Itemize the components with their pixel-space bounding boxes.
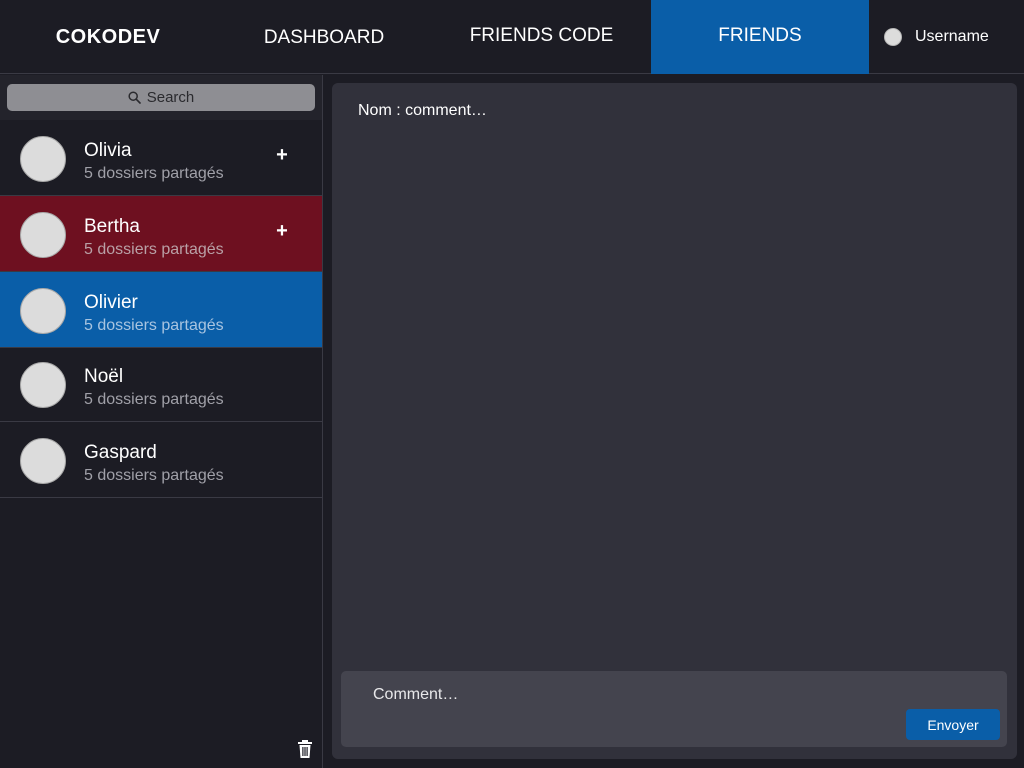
friend-name: Bertha bbox=[84, 216, 140, 237]
search-bar-container: Search bbox=[0, 75, 322, 120]
friend-avatar bbox=[20, 438, 66, 484]
friend-shared-count: 5 dossiers partagés bbox=[84, 467, 224, 484]
send-button[interactable]: Envoyer bbox=[906, 709, 1000, 740]
friend-item-bertha[interactable]: Bertha 5 dossiers partagés + bbox=[0, 196, 322, 272]
tab-friends-code[interactable]: FRIENDS CODE bbox=[432, 0, 651, 74]
app-window: COKODEV DASHBOARD FRIENDS CODE FRIENDS U… bbox=[0, 0, 1024, 768]
friend-name: Noël bbox=[84, 366, 124, 387]
friend-avatar bbox=[20, 212, 66, 258]
add-friend-button[interactable]: + bbox=[272, 220, 292, 242]
friend-avatar bbox=[20, 136, 66, 182]
user-avatar bbox=[884, 28, 902, 46]
top-navigation-bar: COKODEV DASHBOARD FRIENDS CODE FRIENDS U… bbox=[0, 0, 1024, 74]
tab-dashboard[interactable]: DASHBOARD bbox=[216, 0, 432, 74]
friend-shared-count: 5 dossiers partagés bbox=[84, 241, 224, 258]
user-menu[interactable]: Username bbox=[869, 0, 1024, 74]
search-label: Search bbox=[146, 89, 195, 106]
friend-item-gaspard[interactable]: Gaspard 5 dossiers partagés bbox=[0, 422, 322, 498]
friends-sidebar: Search Olivia 5 dossiers partagés + Bert… bbox=[0, 75, 323, 768]
friend-item-olivia[interactable]: Olivia 5 dossiers partagés + bbox=[0, 120, 322, 196]
friend-name: Olivia bbox=[84, 140, 132, 161]
search-input[interactable]: Search bbox=[7, 84, 315, 111]
friend-avatar bbox=[20, 288, 66, 334]
add-friend-button[interactable]: + bbox=[272, 144, 292, 166]
username-label: Username bbox=[915, 28, 989, 45]
friend-name: Olivier bbox=[84, 292, 138, 313]
search-icon bbox=[128, 91, 141, 104]
comment-input[interactable] bbox=[373, 684, 873, 706]
friend-shared-count: 5 dossiers partagés bbox=[84, 317, 224, 334]
comment-entry: Nom : comment… bbox=[358, 102, 487, 119]
friend-name: Gaspard bbox=[84, 442, 157, 463]
comment-composer: Envoyer bbox=[341, 671, 1007, 747]
friend-avatar bbox=[20, 362, 66, 408]
tab-friends[interactable]: FRIENDS bbox=[651, 0, 869, 74]
friend-shared-count: 5 dossiers partagés bbox=[84, 165, 224, 182]
friend-shared-count: 5 dossiers partagés bbox=[84, 391, 224, 408]
trash-icon[interactable] bbox=[296, 739, 314, 759]
friend-item-olivier[interactable]: Olivier 5 dossiers partagés bbox=[0, 272, 322, 348]
brand-logo: COKODEV bbox=[55, 25, 161, 48]
friend-item-noel[interactable]: Noël 5 dossiers partagés bbox=[0, 346, 322, 422]
comments-panel: Nom : comment… Envoyer bbox=[332, 83, 1017, 759]
